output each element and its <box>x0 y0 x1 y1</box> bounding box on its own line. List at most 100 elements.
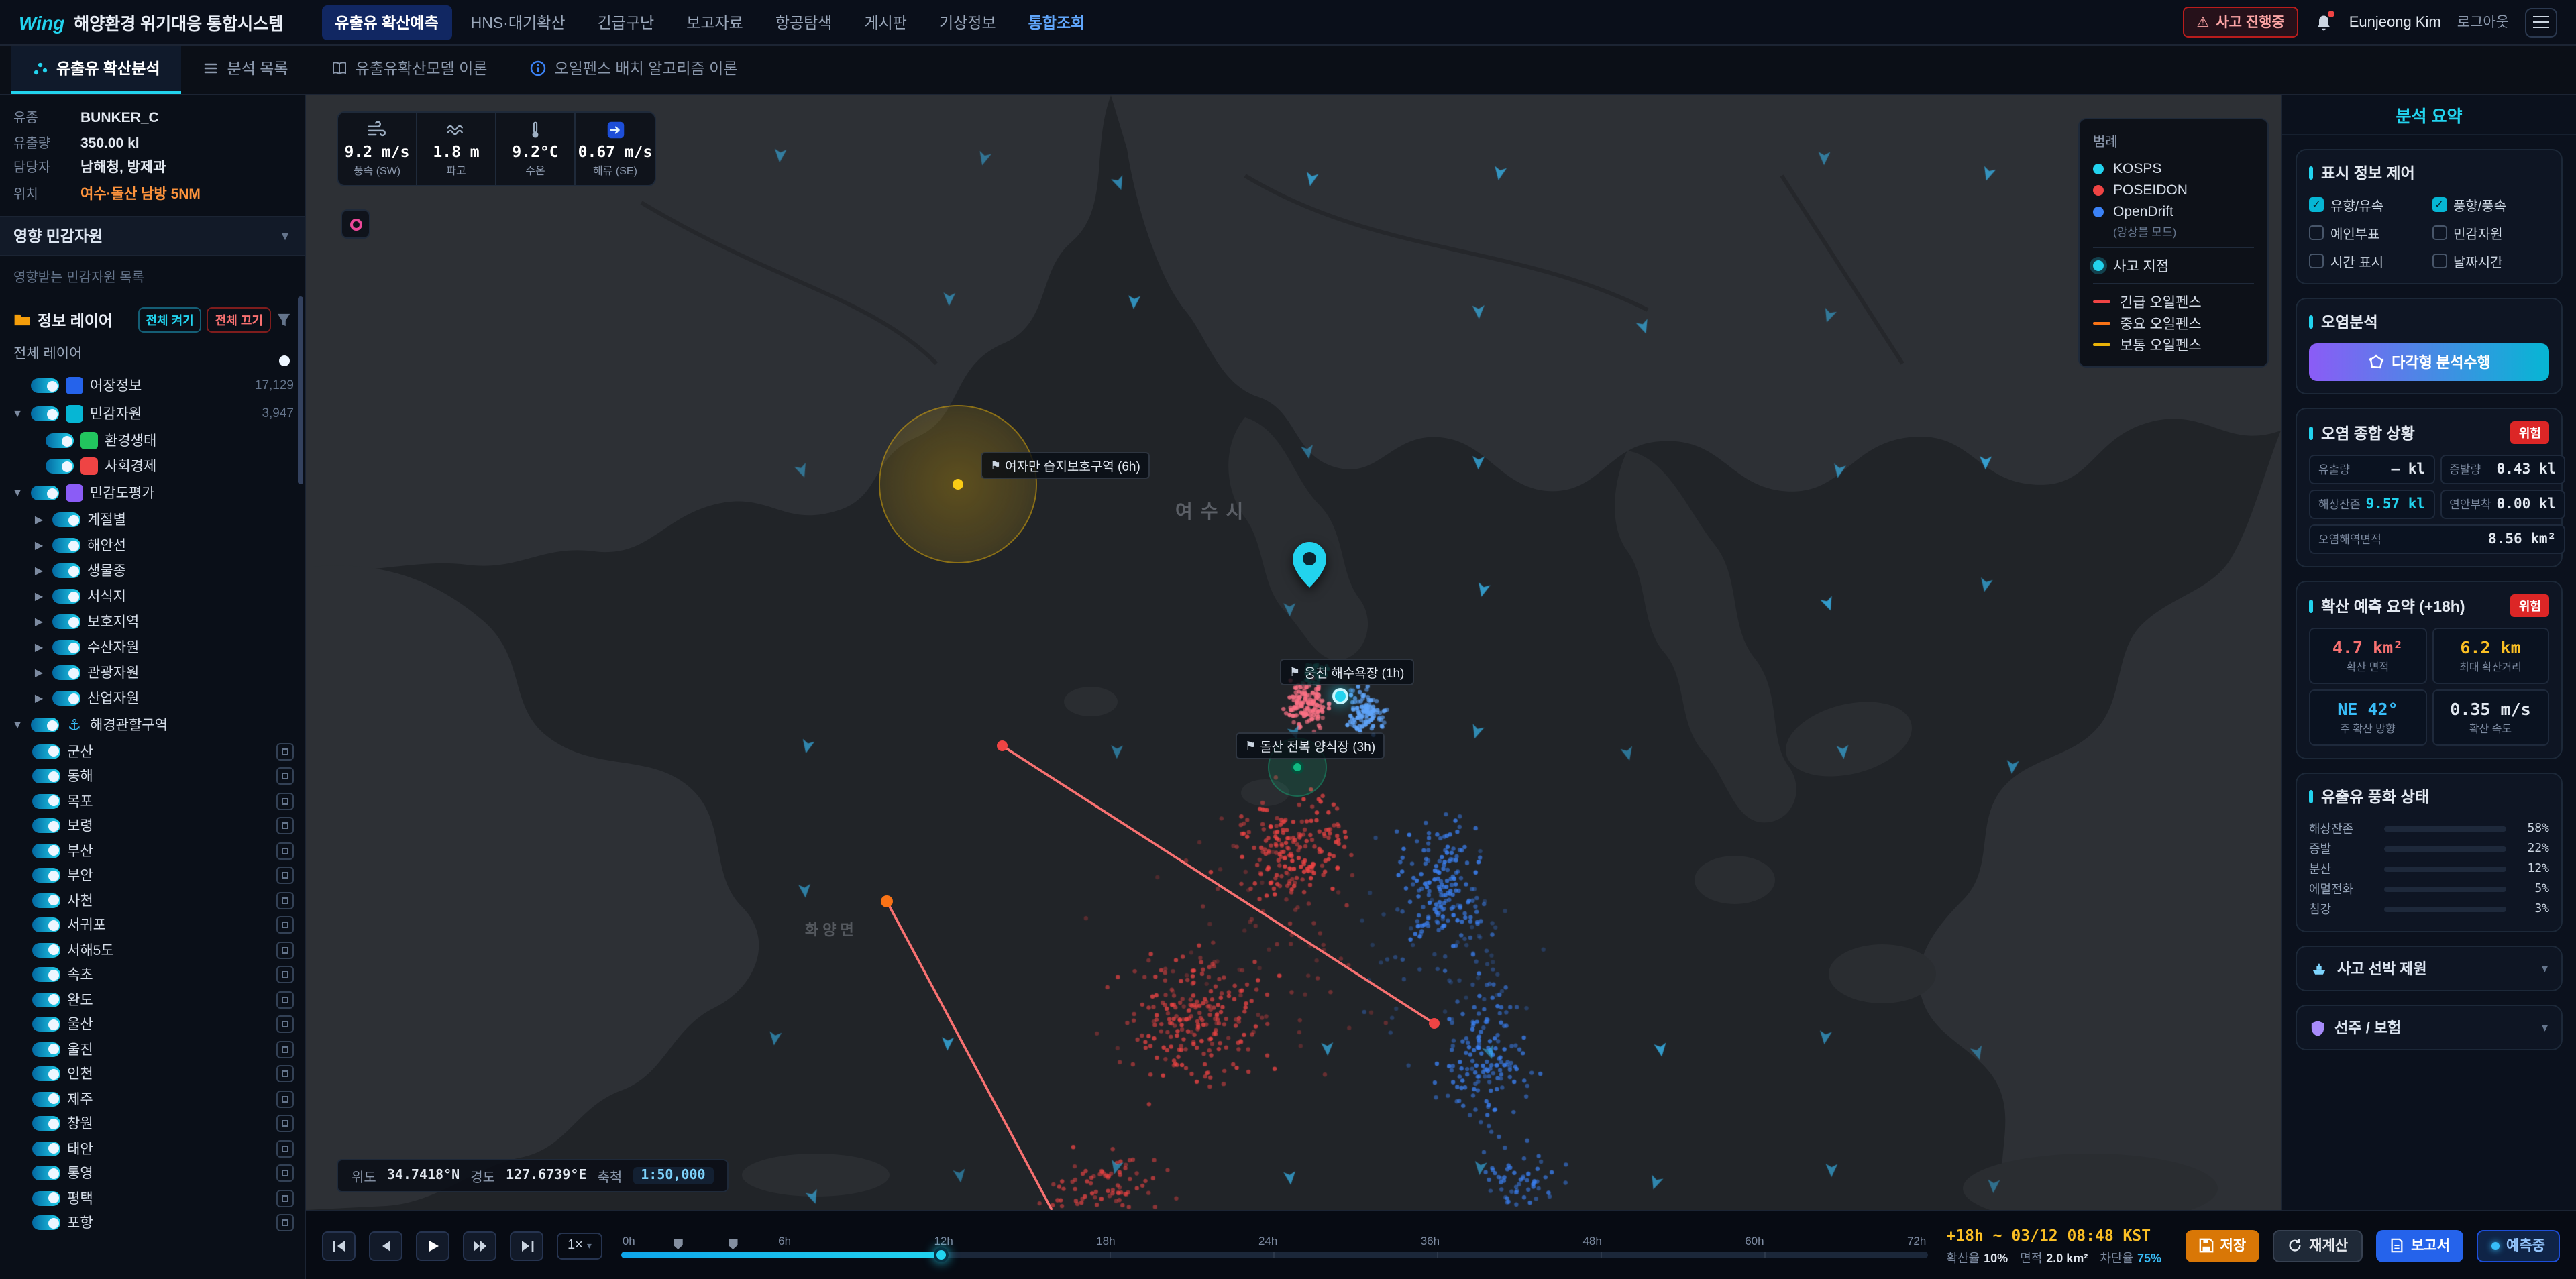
district-row[interactable]: 서귀포 <box>11 913 294 938</box>
save-button[interactable]: 저장 <box>2185 1229 2259 1262</box>
layer-toggle[interactable] <box>32 918 60 933</box>
district-zoom-button[interactable] <box>276 1091 294 1108</box>
district-zoom-button[interactable] <box>276 1115 294 1133</box>
layer-toggle[interactable] <box>32 819 60 834</box>
sensitivity-sub-row[interactable]: ▶ 수산자원 <box>11 634 294 660</box>
district-zoom-button[interactable] <box>276 942 294 959</box>
layer-toggle[interactable] <box>32 1042 60 1057</box>
layer-toggle[interactable] <box>32 1216 60 1231</box>
sensitivity-sub-row[interactable]: ▶ 보호지역 <box>11 609 294 634</box>
step-back-button[interactable] <box>369 1231 402 1260</box>
layer-toggle[interactable] <box>32 968 60 983</box>
playback-speed-selector[interactable]: 1×▾ <box>557 1232 602 1259</box>
nav-menu-item[interactable]: 유출유 확산예측 <box>321 5 452 40</box>
display-option-checkbox[interactable]: 시간 표시 <box>2309 251 2426 271</box>
beach-marker[interactable] <box>1332 688 1348 704</box>
sensitivity-sub-row[interactable]: ▶ 서식지 <box>11 583 294 609</box>
district-row[interactable]: 속초 <box>11 962 294 987</box>
display-option-checkbox[interactable]: 유향/유속 <box>2309 194 2426 215</box>
district-zoom-button[interactable] <box>276 917 294 934</box>
district-zoom-button[interactable] <box>276 1215 294 1232</box>
display-option-checkbox[interactable]: 풍향/풍속 <box>2432 194 2549 215</box>
layer-toggle[interactable] <box>32 1117 60 1131</box>
map-canvas[interactable]: ⚑여자만 습지보호구역 (6h) ⚑웅천 해수욕장 (1h) ⚑돌산 전복 양식… <box>306 95 2281 1210</box>
district-row[interactable]: 보령 <box>11 814 294 838</box>
recalculate-button[interactable]: 재계산 <box>2273 1229 2363 1262</box>
district-zoom-button[interactable] <box>276 818 294 835</box>
fence-endpoint[interactable] <box>881 895 893 907</box>
district-row[interactable]: 통영 <box>11 1161 294 1186</box>
district-row[interactable]: 완도 <box>11 987 294 1012</box>
logout-button[interactable]: 로그아웃 <box>2457 12 2509 32</box>
expand-icon[interactable]: ▶ <box>32 539 46 551</box>
expand-icon[interactable]: ▶ <box>32 667 46 679</box>
oil-fence-line[interactable] <box>1002 746 1434 1023</box>
beach-label[interactable]: ⚑웅천 해수욕장 (1h) <box>1280 659 1413 685</box>
layer-row-sensitive-resources[interactable]: ▼ 민감자원 3,947 <box>11 400 294 428</box>
oil-fence-line[interactable] <box>887 901 1052 1210</box>
nav-menu-item[interactable]: 통합조회 <box>1015 5 1099 40</box>
layer-toggle[interactable] <box>31 406 59 421</box>
abalone-farm-marker[interactable] <box>1291 761 1304 774</box>
district-zoom-button[interactable] <box>276 1190 294 1207</box>
timeline-track[interactable] <box>621 1251 1928 1258</box>
expand-icon[interactable]: ▶ <box>32 692 46 704</box>
layer-toggle[interactable] <box>32 769 60 784</box>
district-zoom-button[interactable] <box>276 793 294 810</box>
layer-toggle[interactable] <box>32 893 60 908</box>
expand-icon[interactable]: ▶ <box>32 565 46 577</box>
sidebar-scrollbar[interactable] <box>298 296 303 484</box>
sensitivity-sub-row[interactable]: ▶ 해안선 <box>11 533 294 558</box>
prediction-status-button[interactable]: 예측중 <box>2477 1229 2560 1262</box>
district-zoom-button[interactable] <box>276 1165 294 1182</box>
nav-menu-item[interactable]: 항공탐색 <box>762 5 846 40</box>
tab-boom-algorithm-theory[interactable]: 오일펜스 배치 알고리즘 이론 <box>508 46 759 94</box>
incident-location-pin[interactable] <box>1292 542 1327 588</box>
sensitivity-sub-row[interactable]: ▶ 관광자원 <box>11 660 294 685</box>
district-row[interactable]: 울산 <box>11 1012 294 1037</box>
district-zoom-button[interactable] <box>276 867 294 885</box>
district-zoom-button[interactable] <box>276 892 294 909</box>
tab-model-theory[interactable]: 유출유확산모델 이론 <box>310 46 509 94</box>
layer-toggle[interactable] <box>46 459 74 474</box>
sensitivity-sub-row[interactable]: ▶ 산업자원 <box>11 685 294 711</box>
sensitivity-sub-row[interactable]: ▶ 계절별 <box>11 507 294 533</box>
layer-row-sensitivity-eval[interactable]: ▼ 민감도평가 <box>11 479 294 507</box>
layer-row-kcg-districts[interactable]: ▼ ⚓ 해경관할구역 <box>11 711 294 739</box>
layer-toggle[interactable] <box>31 718 59 732</box>
district-row[interactable]: 사천 <box>11 888 294 913</box>
expand-icon[interactable]: ▶ <box>32 616 46 628</box>
layer-toggle[interactable] <box>52 589 80 604</box>
nav-menu-item[interactable]: 긴급구난 <box>584 5 668 40</box>
district-row[interactable]: 평택 <box>11 1186 294 1211</box>
district-row[interactable]: 부산 <box>11 838 294 863</box>
district-row[interactable]: 인천 <box>11 1062 294 1087</box>
tab-analysis-list[interactable]: 분석 목록 <box>182 46 310 94</box>
layer-toggle[interactable] <box>52 665 80 680</box>
layer-toggle[interactable] <box>32 1142 60 1156</box>
filter-icon[interactable] <box>276 313 291 327</box>
layer-toggle[interactable] <box>32 943 60 958</box>
district-zoom-button[interactable] <box>276 768 294 785</box>
fast-forward-button[interactable] <box>463 1231 496 1260</box>
expand-icon[interactable]: ▼ <box>11 487 24 499</box>
layer-toggle[interactable] <box>32 1067 60 1082</box>
district-row[interactable]: 울진 <box>11 1037 294 1062</box>
fence-endpoint[interactable] <box>1429 1018 1440 1029</box>
layer-toggle[interactable] <box>32 1166 60 1181</box>
layer-toggle[interactable] <box>52 512 80 527</box>
all-layers-on-button[interactable]: 전체 켜기 <box>138 307 202 333</box>
district-row[interactable]: 창원 <box>11 1111 294 1136</box>
display-option-checkbox[interactable]: 예인부표 <box>2309 223 2426 243</box>
layer-toggle[interactable] <box>52 640 80 655</box>
layer-toggle[interactable] <box>32 794 60 809</box>
layer-toggle[interactable] <box>52 614 80 629</box>
fence-endpoint[interactable] <box>997 740 1008 751</box>
display-option-checkbox[interactable]: 날짜시간 <box>2432 251 2549 271</box>
layer-toggle[interactable] <box>52 538 80 553</box>
district-zoom-button[interactable] <box>276 991 294 1009</box>
expand-icon[interactable]: ▶ <box>32 641 46 653</box>
skip-end-button[interactable] <box>510 1231 543 1260</box>
district-row[interactable]: 태안 <box>11 1136 294 1161</box>
layer-toggle[interactable] <box>32 1191 60 1206</box>
